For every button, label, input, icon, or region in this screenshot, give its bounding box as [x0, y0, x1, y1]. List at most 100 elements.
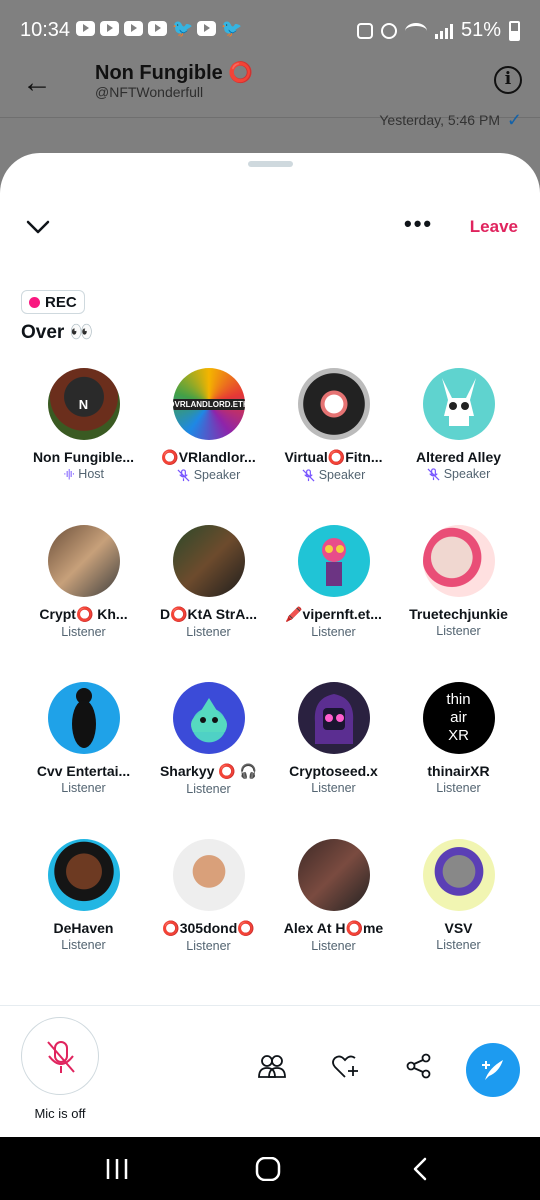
wifi-icon: [404, 22, 427, 39]
avatar: N: [47, 368, 120, 440]
drag-handle[interactable]: [248, 161, 293, 167]
participant-name: VSV: [444, 920, 473, 936]
leave-button[interactable]: Leave: [470, 217, 518, 237]
participant-role: Listener: [436, 781, 481, 795]
avatar: [422, 839, 495, 911]
mic-status-label: Mic is off: [34, 1106, 86, 1121]
dm-title: Non Fungible ⭕: [95, 62, 254, 84]
avatar: [297, 368, 370, 440]
participant-role: Speaker: [177, 468, 240, 482]
figure-icon: [321, 538, 346, 586]
battery-icon: [509, 20, 520, 41]
youtube-icon: [100, 21, 119, 36]
participant-role: Listener: [186, 782, 231, 796]
signal-icon: [434, 23, 453, 39]
recording-dot-icon: [29, 296, 40, 308]
role-label: Host: [78, 467, 104, 481]
participant-name: ⭕VRlandlor...: [161, 449, 256, 465]
participant-name: Cryptoseed.x: [289, 763, 378, 779]
home-icon[interactable]: [255, 1157, 281, 1181]
more-options-icon[interactable]: •••: [404, 213, 433, 235]
participant-role: Listener: [186, 939, 231, 953]
avatar: [297, 525, 370, 597]
avatar: [297, 682, 370, 754]
avatar: OVRLANDLORD.ETH: [172, 368, 245, 440]
participant-role: Listener: [61, 938, 106, 952]
system-status: 51%: [356, 19, 520, 42]
participant-role: Listener: [436, 624, 481, 638]
mic-off-icon: [47, 1041, 75, 1073]
participant-name: DeHaven: [53, 920, 114, 936]
participant-name: Alex At H⭕me: [283, 920, 384, 936]
mic-toggle-button[interactable]: [21, 1017, 99, 1095]
skull-icon: [441, 378, 476, 426]
participant[interactable]: Virtual⭕Fitn... Speaker: [271, 368, 396, 525]
participant[interactable]: DeHaven Listener: [21, 839, 146, 996]
recording-label: REC: [45, 293, 77, 311]
dm-header: ← Non Fungible ⭕ @NFTWonderfull i: [0, 62, 540, 118]
avatar: [47, 682, 120, 754]
participant-role: Speaker: [427, 467, 490, 481]
avatar: [422, 525, 495, 597]
hooded-figure-icon: [314, 694, 353, 744]
figure-icon: [71, 688, 96, 748]
avatar-text: XR: [448, 727, 469, 744]
participant[interactable]: OVRLANDLORD.ETH ⭕VRlandlor... Speaker: [146, 368, 271, 525]
back-icon[interactable]: [408, 1157, 434, 1181]
recent-apps-icon[interactable]: [104, 1157, 130, 1181]
participant[interactable]: thin air XR thinairXR Listener: [396, 682, 521, 839]
twitter-icon: 🐦: [221, 19, 243, 38]
space-sheet: ••• Leave REC Over 👀 N Non Fungible... ·…: [0, 153, 540, 1137]
share-icon[interactable]: [404, 1051, 434, 1081]
mic-muted-icon: [302, 468, 315, 481]
participant-role: ·ı|ı· Host: [63, 467, 104, 481]
mic-muted-icon: [427, 467, 440, 480]
divider: [0, 1005, 540, 1006]
avatar: [172, 682, 245, 754]
participant[interactable]: Altered Alley Speaker: [396, 368, 521, 525]
compose-tweet-button[interactable]: [466, 1043, 520, 1097]
mic-muted-icon: [177, 468, 190, 481]
participant-name: ⭕305dond⭕: [162, 920, 255, 936]
participant[interactable]: Truetechjunkie Listener: [396, 525, 521, 682]
participant[interactable]: Cryptoseed.x Listener: [271, 682, 396, 839]
mascot-icon: [190, 698, 227, 732]
participant-name: Non Fungible...: [32, 449, 135, 465]
chevron-down-icon[interactable]: [24, 213, 52, 241]
participant[interactable]: 🖍️vipernft.et... Listener: [271, 525, 396, 682]
message-timestamp: Yesterday, 5:46 PM: [379, 112, 500, 128]
status-time: 10:34: [20, 19, 71, 41]
avatar: thin air XR: [422, 682, 495, 754]
back-arrow-icon[interactable]: ←: [22, 66, 52, 100]
participant[interactable]: Cvv Entertai... Listener: [21, 682, 146, 839]
twitter-icon: 🐦: [172, 19, 194, 38]
avatar: [422, 368, 495, 440]
sim-icon: [356, 22, 373, 39]
participant[interactable]: D⭕KtA StrA... Listener: [146, 525, 271, 682]
participant[interactable]: Sharkyy ⭕ 🎧 Listener: [146, 682, 271, 839]
notification-icons: 🐦 🐦: [76, 19, 243, 38]
alarm-icon: [380, 22, 397, 39]
status-bar: 10:34 🐦 🐦 51%: [0, 0, 540, 62]
participant-role: Speaker: [302, 468, 365, 482]
avatar: [47, 839, 120, 911]
dm-handle: @NFTWonderfull: [95, 84, 204, 100]
participant[interactable]: Alex At H⭕me Listener: [271, 839, 396, 996]
participant-name: Truetechjunkie: [409, 606, 508, 622]
avatar: [172, 525, 245, 597]
participant[interactable]: VSV Listener: [396, 839, 521, 996]
info-icon[interactable]: i: [494, 66, 522, 94]
participant-name: 🖍️vipernft.et...: [285, 606, 382, 622]
participant-role: Listener: [311, 781, 356, 795]
heart-plus-icon[interactable]: [330, 1051, 360, 1081]
participant[interactable]: Crypt⭕ Kh... Listener: [21, 525, 146, 682]
participants-icon[interactable]: [257, 1051, 287, 1081]
avatar: [172, 839, 245, 911]
participant[interactable]: N Non Fungible... ·ı|ı· Host: [21, 368, 146, 525]
youtube-icon: [197, 21, 216, 36]
participant-role: Listener: [311, 625, 356, 639]
participant[interactable]: ⭕305dond⭕ Listener: [146, 839, 271, 996]
avatar-text: air: [450, 709, 467, 726]
participant-role: Listener: [61, 781, 106, 795]
avatar: [47, 525, 120, 597]
